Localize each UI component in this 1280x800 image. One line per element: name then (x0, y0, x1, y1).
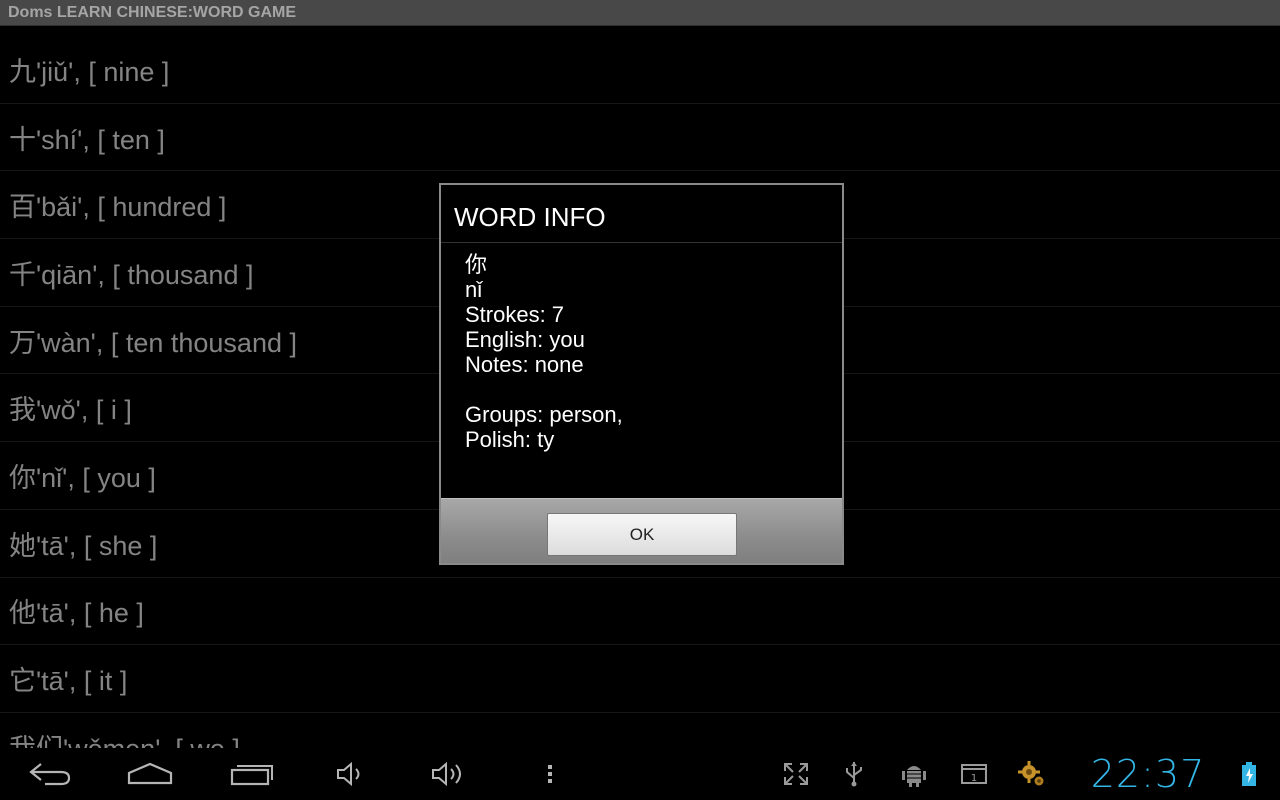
screenshot-icon[interactable]: 1 (958, 756, 990, 792)
usb-icon (840, 756, 868, 792)
menu-icon[interactable] (540, 756, 560, 792)
dialog-title: WORD INFO (441, 185, 842, 243)
system-navigation-bar: 1 22:37 (0, 748, 1280, 800)
battery-charging-icon (1238, 756, 1260, 792)
word-character: 你 (465, 252, 488, 277)
volume-up-icon[interactable] (428, 756, 470, 792)
screen: Doms LEARN CHINESE:WORD GAME 九'jiǔ', [ n… (0, 0, 1280, 800)
word-pinyin: nǐ (465, 277, 483, 302)
back-icon[interactable] (26, 756, 74, 792)
dialog-message: 你 nǐ Strokes: 7 English: you Notes: none… (441, 243, 842, 489)
ok-button[interactable]: OK (547, 513, 737, 556)
word-notes: Notes: none (465, 352, 584, 377)
dialog-button-bar: OK (441, 498, 842, 563)
clock: 22:37 (1090, 752, 1206, 796)
word-strokes: Strokes: 7 (465, 302, 565, 327)
fullscreen-icon[interactable] (780, 756, 812, 792)
word-polish: Polish: ty (465, 427, 555, 452)
home-icon[interactable] (124, 756, 176, 792)
settings-app-icon[interactable] (1016, 756, 1048, 792)
android-debug-icon (898, 756, 930, 792)
volume-down-icon[interactable] (332, 756, 368, 792)
svg-text:1: 1 (971, 773, 977, 784)
word-english: English: you (465, 327, 585, 352)
word-info-dialog: WORD INFO 你 nǐ Strokes: 7 English: you N… (439, 183, 844, 565)
word-groups: Groups: person, (465, 402, 623, 427)
recent-apps-icon[interactable] (227, 756, 277, 792)
